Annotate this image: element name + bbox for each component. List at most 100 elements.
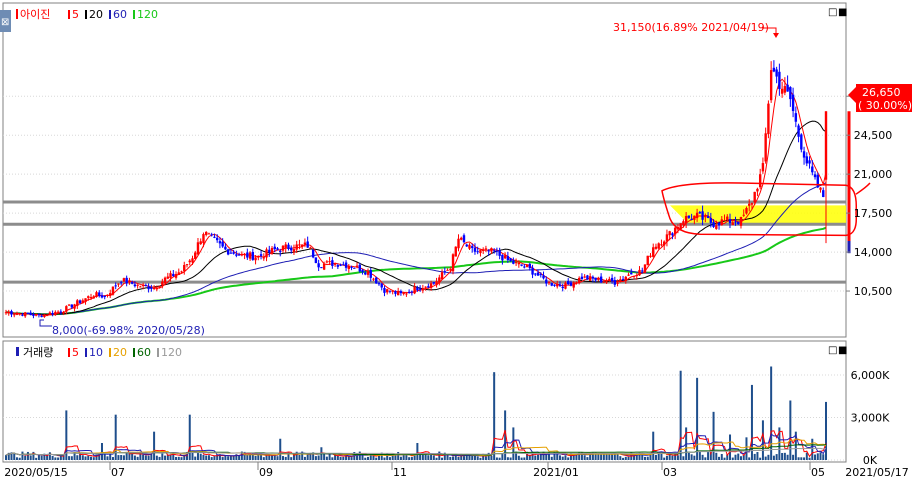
candle-body — [632, 275, 636, 277]
volume-bar — [260, 454, 263, 460]
volume-bar — [290, 457, 293, 460]
candle-body — [284, 244, 287, 248]
candle-body — [205, 231, 208, 235]
volume-bar — [441, 457, 444, 460]
candle-body — [81, 300, 84, 304]
volume-bar — [147, 455, 150, 460]
candle-body — [188, 260, 191, 263]
candle-body — [679, 223, 682, 230]
volume-bar — [814, 454, 817, 460]
legend-period-label: 60 — [137, 346, 151, 359]
volume-bar — [153, 431, 156, 460]
volume-bar — [246, 454, 249, 460]
candle-body — [106, 294, 109, 296]
volume-bar — [432, 455, 435, 460]
candle-body — [407, 291, 411, 293]
volume-bar — [822, 454, 825, 460]
volume-bar — [177, 456, 180, 460]
candle-body — [383, 288, 386, 293]
candle-body — [621, 278, 625, 280]
volume-tick-label: 6,000K — [851, 369, 890, 382]
volume-bar — [111, 457, 114, 460]
candle-body — [758, 174, 762, 188]
candle-body — [646, 255, 649, 266]
volume-bar — [783, 452, 786, 460]
candle-body — [281, 245, 285, 251]
candle-body — [347, 266, 351, 269]
candle-body — [476, 251, 479, 253]
candle-body — [174, 274, 178, 278]
volume-bar — [808, 457, 811, 460]
volume-bar — [597, 454, 600, 460]
candle-body — [704, 215, 707, 218]
candle-body — [98, 292, 101, 296]
candle-body — [610, 277, 614, 282]
volume-bar — [68, 456, 71, 460]
volume-bar — [704, 457, 707, 460]
candle-body — [591, 276, 595, 279]
candle-body — [287, 244, 290, 249]
volume-bar — [238, 455, 241, 460]
candle-body — [569, 282, 573, 286]
volume-bar — [399, 456, 402, 460]
volume-bar — [619, 456, 622, 460]
candle-body — [761, 163, 765, 172]
volume-bar — [37, 455, 40, 460]
volume-panel-restore-button[interactable]: □ — [828, 345, 837, 356]
candle-body — [13, 314, 16, 316]
candle-body — [32, 314, 35, 316]
candle-body — [276, 248, 279, 250]
price-tick-label: 14,000 — [854, 246, 893, 259]
volume-bar — [712, 411, 715, 460]
volume-bar — [279, 438, 282, 460]
candle-body — [786, 84, 789, 92]
volume-bar — [419, 454, 422, 460]
candle-body — [808, 160, 811, 164]
candle-body — [336, 265, 340, 267]
volume-bar — [271, 455, 274, 460]
candle-body — [353, 267, 356, 269]
volume-bar — [21, 451, 24, 460]
candle-body — [144, 285, 148, 287]
volume-bar — [561, 456, 564, 460]
candle-body — [690, 218, 693, 220]
volume-bar — [720, 454, 723, 460]
candle-body — [322, 263, 326, 270]
volume-bar — [501, 453, 504, 460]
candle-body — [764, 133, 767, 162]
volume-bar — [15, 457, 18, 460]
volume-bar — [523, 457, 526, 460]
candle-body — [369, 270, 372, 278]
legend-period-marker — [133, 348, 135, 357]
volume-bar — [155, 455, 158, 460]
price-panel-maximize-button[interactable]: ■ — [838, 7, 847, 18]
volume-bar — [120, 455, 123, 460]
candle-body — [545, 279, 548, 284]
candle-body — [750, 203, 754, 205]
candle-body — [246, 252, 249, 258]
candle-body — [185, 264, 189, 266]
candle-body — [671, 233, 674, 236]
volume-bar — [537, 454, 540, 460]
candle-body — [731, 222, 734, 226]
candle-body — [405, 293, 408, 295]
price-panel-restore-button[interactable]: □ — [828, 7, 837, 18]
candle-body — [54, 311, 57, 316]
candle-body — [583, 276, 586, 278]
volume-bar — [84, 456, 87, 460]
volume-bar — [567, 457, 570, 460]
candle-body — [122, 278, 126, 282]
volume-panel — [2, 340, 847, 463]
candle-body — [506, 256, 510, 261]
volume-bar — [534, 455, 537, 460]
candle-body — [333, 263, 337, 265]
legend-price-marker — [16, 9, 18, 19]
candle-body — [630, 272, 633, 275]
volume-panel-maximize-button[interactable]: ■ — [838, 345, 847, 356]
volume-bar — [564, 455, 567, 460]
candle-body — [556, 284, 559, 287]
volume-bar — [158, 456, 161, 460]
candle-body — [734, 221, 737, 223]
candle-body — [325, 261, 329, 263]
candle-body — [303, 242, 307, 245]
